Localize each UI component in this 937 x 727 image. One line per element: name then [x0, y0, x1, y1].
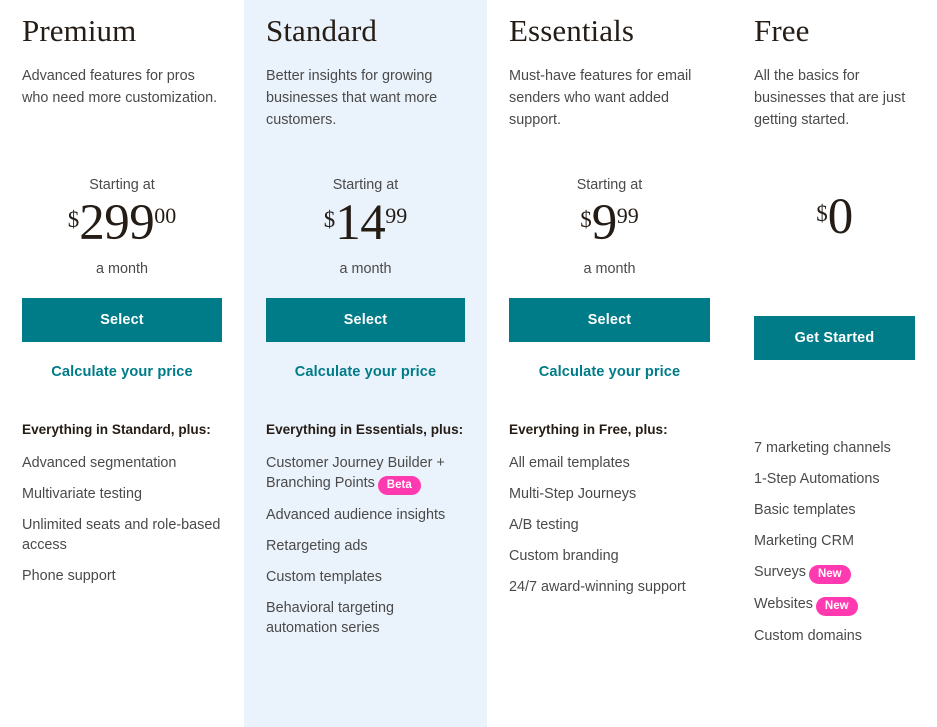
plan-tagline: Must-have features for email senders who…	[509, 68, 692, 129]
price-block: Starting at $14 99 a month	[266, 175, 465, 293]
select-plan-button[interactable]: Select	[509, 298, 710, 343]
price-cents: 00	[154, 203, 177, 229]
price-cents: 99	[385, 203, 408, 229]
feature-item: Custom templates	[266, 569, 382, 586]
plan-title: Premium	[22, 13, 137, 48]
feature-item: Advanced segmentation	[22, 455, 177, 472]
currency-symbol: $	[580, 207, 592, 233]
feature-item: Surveys New	[754, 562, 915, 585]
feature-item: Websites New	[754, 594, 915, 617]
cta-wrapper: Select Calculate your price	[509, 298, 710, 382]
new-badge: New	[815, 597, 858, 617]
feature-item: Phone support	[22, 568, 116, 585]
calculate-price-link[interactable]: Calculate your price	[509, 362, 710, 382]
select-plan-button[interactable]: Select	[22, 298, 222, 343]
calculate-price-link[interactable]: Calculate your price	[266, 362, 465, 382]
feature-text: Websites	[754, 596, 813, 613]
beta-badge: Beta	[377, 476, 421, 496]
feature-item: Retargeting ads	[266, 538, 368, 555]
new-badge: New	[808, 565, 851, 585]
price-integer: 299	[79, 195, 155, 252]
price-period: a month	[339, 261, 392, 278]
cta-wrapper: Select Calculate your price	[266, 298, 465, 382]
feature-item: Multi-Step Journeys	[509, 486, 637, 503]
plan-title: Free	[754, 13, 810, 48]
currency-symbol: $	[67, 207, 80, 233]
feature-item: A/B testing	[509, 517, 579, 534]
cta-wrapper: Get Started	[754, 316, 915, 400]
feature-item: Custom branding	[509, 548, 619, 565]
price-prefix: Starting at	[332, 177, 399, 194]
cta-wrapper: Select Calculate your price	[22, 298, 222, 382]
feature-item: 1-Step Automations	[754, 471, 880, 488]
price-amount: $9 99	[509, 195, 710, 252]
feature-list: Everything in Free, plus: All email temp…	[509, 420, 710, 597]
feature-list: Everything in Essentials, plus: Customer…	[266, 420, 465, 638]
price-integer: 0	[827, 189, 854, 246]
plan-title: Standard	[266, 13, 377, 48]
price-amount: $299 00	[22, 195, 222, 252]
feature-list-lead: Everything in Free, plus:	[509, 422, 668, 438]
price-prefix: Starting at	[89, 177, 155, 194]
feature-item: Multivariate testing	[22, 486, 142, 503]
feature-list-lead: Everything in Standard, plus:	[22, 422, 211, 438]
feature-list-lead: Everything in Essentials, plus:	[266, 422, 464, 438]
feature-item: 24/7 award-winning support	[509, 579, 686, 596]
price-block: Starting at $299 00 a month	[22, 175, 222, 293]
plan-card-premium: Premium Advanced features for pros who n…	[0, 0, 244, 727]
price-amount: $14 99	[266, 195, 465, 252]
feature-item: Unlimited seats and role-based access	[22, 517, 221, 554]
feature-item: Behavioral targeting automation series	[266, 600, 394, 637]
price-block: $0	[754, 189, 915, 311]
price-period: a month	[583, 261, 636, 278]
price-cents: 99	[616, 203, 639, 229]
plan-card-standard: Standard Better insights for growing bus…	[244, 0, 487, 727]
feature-item: Custom domains	[754, 628, 862, 645]
currency-symbol: $	[816, 201, 828, 227]
feature-list: 7 marketing channels 1-Step Automations …	[754, 438, 915, 646]
plan-card-free: Free All the basics for businesses that …	[732, 0, 937, 727]
price-integer: 14	[335, 195, 386, 252]
price-integer: 9	[591, 195, 618, 252]
get-started-button[interactable]: Get Started	[754, 316, 915, 361]
feature-text: Surveys	[754, 564, 806, 581]
feature-item: Marketing CRM	[754, 533, 854, 550]
feature-item: All email templates	[509, 455, 630, 472]
pricing-plan-grid: Premium Advanced features for pros who n…	[0, 0, 937, 727]
plan-tagline: Advanced features for pros who need more…	[22, 68, 218, 107]
currency-symbol: $	[323, 207, 336, 233]
price-amount: $0	[754, 189, 915, 246]
feature-item: 7 marketing channels	[754, 440, 891, 457]
select-plan-button[interactable]: Select	[266, 298, 465, 343]
price-block: Starting at $9 99 a month	[509, 175, 710, 293]
feature-item: Advanced audience insights	[266, 507, 446, 524]
feature-item: Customer Journey Builder + Branching Poi…	[266, 453, 465, 496]
price-period: a month	[96, 261, 148, 278]
feature-list: Everything in Standard, plus: Advanced s…	[22, 420, 222, 586]
plan-card-essentials: Essentials Must-have features for email …	[487, 0, 732, 727]
price-prefix: Starting at	[576, 177, 643, 194]
plan-tagline: Better insights for growing businesses t…	[266, 68, 438, 129]
calculate-price-link[interactable]: Calculate your price	[22, 362, 222, 382]
feature-item: Basic templates	[754, 502, 856, 519]
plan-tagline: All the basics for businesses that are j…	[754, 68, 906, 129]
plan-title: Essentials	[509, 13, 634, 48]
